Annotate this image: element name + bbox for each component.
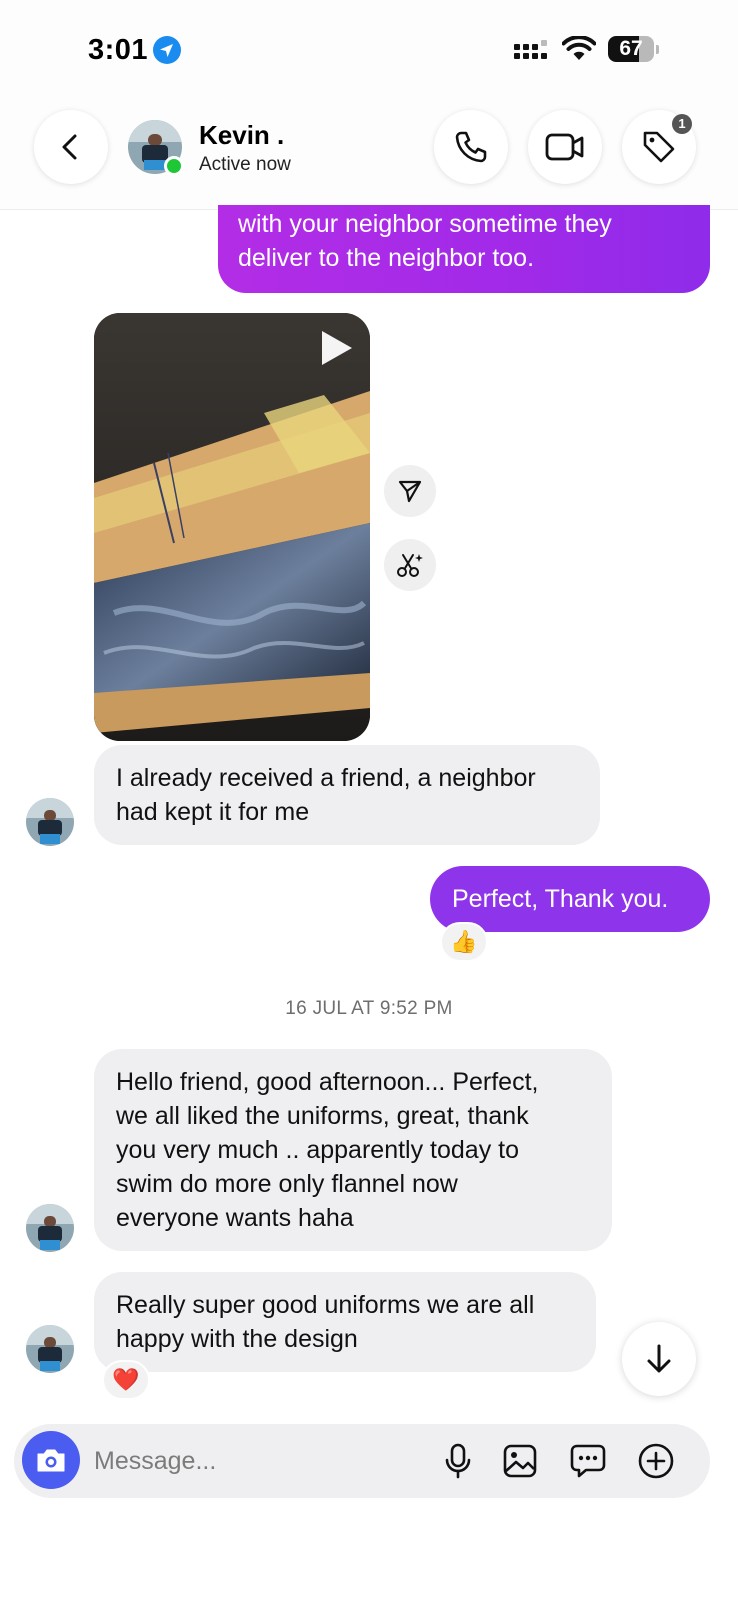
message-line: happy with the design (116, 1325, 358, 1353)
message-line: we all liked the uniforms, great, thank (116, 1102, 529, 1130)
arrow-down-icon (647, 1344, 671, 1373)
camera-button[interactable] (22, 1431, 80, 1489)
online-status-dot (164, 156, 184, 176)
phone-icon (455, 131, 487, 163)
thumbs-up-reaction[interactable]: 👍 (440, 922, 488, 962)
more-options-button[interactable] (636, 1441, 676, 1481)
contact-name[interactable]: Kevin . (199, 120, 284, 151)
message-line: with your neighbor sometime they (238, 210, 612, 238)
received-message-bubble[interactable]: Really super good uniforms we are all ha… (94, 1272, 596, 1372)
heart-reaction[interactable]: ❤️ (102, 1360, 150, 1400)
chevron-left-icon (62, 134, 77, 160)
audio-call-button[interactable] (434, 110, 508, 184)
video-message-thumbnail[interactable] (94, 313, 370, 741)
message-composer (14, 1424, 710, 1498)
message-line: Really super good uniforms we are all (116, 1291, 535, 1319)
message-line: had kept it for me (116, 798, 310, 826)
scroll-to-bottom-button[interactable] (622, 1322, 696, 1396)
tag-icon (643, 131, 675, 163)
sent-message-bubble[interactable]: with your neighbor sometime they deliver… (218, 205, 710, 293)
video-call-button[interactable] (528, 110, 602, 184)
sender-avatar[interactable] (26, 798, 74, 846)
status-bar: 3:01 67 (0, 0, 738, 100)
message-timestamp: 16 JUL AT 9:52 PM (285, 998, 453, 1019)
chat-bubble-dots-icon (570, 1444, 606, 1478)
status-time: 3:01 (88, 34, 149, 66)
plus-circle-icon (638, 1443, 674, 1479)
cellular-signal-icon (514, 40, 547, 59)
contact-active-status: Active now (199, 154, 291, 175)
image-gallery-icon (503, 1444, 537, 1478)
chat-header: Kevin . Active now 1 (0, 100, 738, 210)
tag-badge: 1 (672, 114, 692, 134)
sender-avatar[interactable] (26, 1325, 74, 1373)
received-message-bubble[interactable]: Hello friend, good afternoon... Perfect,… (94, 1049, 612, 1251)
message-line: you very much .. apparently today to (116, 1136, 519, 1164)
tag-button[interactable]: 1 (622, 110, 696, 184)
received-message-bubble[interactable]: I already received a friend, a neighbor … (94, 745, 600, 845)
wifi-icon (562, 36, 596, 60)
microphone-button[interactable] (438, 1441, 478, 1481)
message-line: everyone wants haha (116, 1204, 354, 1232)
video-camera-icon (545, 133, 584, 161)
location-arrow-icon (153, 36, 181, 64)
camera-icon (37, 1449, 65, 1472)
clip-edit-button[interactable] (384, 539, 436, 591)
share-button[interactable] (384, 465, 436, 517)
message-line: swim do more only flannel now (116, 1170, 458, 1198)
gallery-button[interactable] (500, 1441, 540, 1481)
message-line: I already received a friend, a neighbor (116, 764, 536, 792)
send-icon (398, 480, 422, 503)
message-line: Hello friend, good afternoon... Perfect, (116, 1068, 539, 1096)
sticker-button[interactable] (568, 1441, 608, 1481)
message-input[interactable] (94, 1442, 424, 1480)
battery-icon: 67 (608, 36, 659, 62)
back-button[interactable] (34, 110, 108, 184)
microphone-icon (445, 1443, 471, 1479)
sender-avatar[interactable] (26, 1204, 74, 1252)
scissors-sparkle-icon (397, 554, 423, 577)
message-line: deliver to the neighbor too. (238, 244, 535, 272)
battery-level-text: 67 (619, 37, 643, 60)
message-text: Perfect, Thank you. (452, 885, 669, 913)
play-icon[interactable] (316, 328, 356, 368)
